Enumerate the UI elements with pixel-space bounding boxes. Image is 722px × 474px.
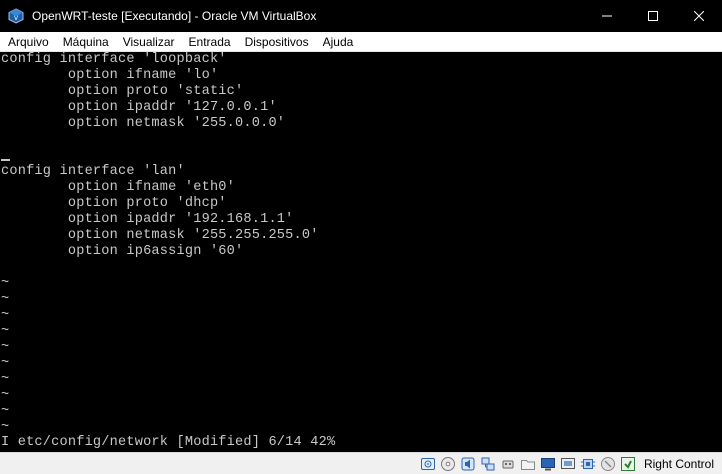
terminal-line: ~ xyxy=(1,372,10,387)
shared-folders-icon[interactable] xyxy=(520,456,536,472)
terminal-line: config interface 'loopback' xyxy=(1,52,227,67)
vm-status-bar: Right Control xyxy=(0,452,722,474)
terminal-line: option ip6assign '60' xyxy=(1,244,244,259)
menu-visualizar[interactable]: Visualizar xyxy=(116,35,182,49)
terminal-line: ~ xyxy=(1,292,10,307)
virtualbox-app-icon: V xyxy=(8,8,24,24)
terminal-line: ~ xyxy=(1,388,10,403)
hard-disk-icon[interactable] xyxy=(420,456,436,472)
terminal-line: ~ xyxy=(1,420,10,435)
title-bar[interactable]: V OpenWRT-teste [Executando] - Oracle VM… xyxy=(0,0,722,32)
video-capture-icon[interactable] xyxy=(560,456,576,472)
optical-drive-icon[interactable] xyxy=(440,456,456,472)
terminal-line: config interface 'lan' xyxy=(1,164,185,179)
terminal-line: option ipaddr '127.0.0.1' xyxy=(1,100,277,115)
vm-console-screen[interactable]: config interface 'loopback' option ifnam… xyxy=(0,52,722,452)
terminal-line: option proto 'static' xyxy=(1,84,244,99)
editor-status-line: I etc/config/network [Modified] 6/14 42% xyxy=(1,435,336,450)
terminal-line: option proto 'dhcp' xyxy=(1,196,227,211)
close-icon xyxy=(694,11,704,21)
terminal-line: ~ xyxy=(1,340,10,355)
terminal-line: option netmask '255.0.0.0' xyxy=(1,116,286,131)
menu-entrada[interactable]: Entrada xyxy=(182,35,238,49)
terminal-line: ~ xyxy=(1,308,10,323)
maximize-icon xyxy=(648,11,658,21)
terminal-line: ~ xyxy=(1,276,10,291)
menu-ajuda[interactable]: Ajuda xyxy=(316,35,361,49)
close-button[interactable] xyxy=(676,0,722,32)
minimize-icon xyxy=(602,15,612,17)
terminal-line: option netmask '255.255.255.0' xyxy=(1,228,319,243)
mouse-integration-icon[interactable] xyxy=(600,456,616,472)
audio-icon[interactable] xyxy=(460,456,476,472)
maximize-button[interactable] xyxy=(630,0,676,32)
menu-dispositivos[interactable]: Dispositivos xyxy=(238,35,316,49)
menu-arquivo[interactable]: Arquivo xyxy=(0,35,56,49)
terminal-line: option ifname 'lo' xyxy=(1,68,219,83)
window-title: OpenWRT-teste [Executando] - Oracle VM V… xyxy=(32,9,317,23)
terminal-line: option ipaddr '192.168.1.1' xyxy=(1,212,294,227)
terminal-line: ~ xyxy=(1,404,10,419)
host-key-label: Right Control xyxy=(643,456,714,471)
display-icon[interactable] xyxy=(540,456,556,472)
terminal-line: ~ xyxy=(1,356,10,371)
keyboard-capture-icon[interactable] xyxy=(620,456,636,472)
text-cursor xyxy=(1,159,10,161)
cpu-icon[interactable] xyxy=(580,456,596,472)
usb-icon[interactable] xyxy=(500,456,516,472)
terminal-line: option ifname 'eth0' xyxy=(1,180,236,195)
terminal-line: ~ xyxy=(1,324,10,339)
window-controls xyxy=(584,0,722,32)
menu-bar: Arquivo Máquina Visualizar Entrada Dispo… xyxy=(0,32,722,52)
network-icon[interactable] xyxy=(480,456,496,472)
menu-maquina[interactable]: Máquina xyxy=(56,35,116,49)
minimize-button[interactable] xyxy=(584,0,630,32)
